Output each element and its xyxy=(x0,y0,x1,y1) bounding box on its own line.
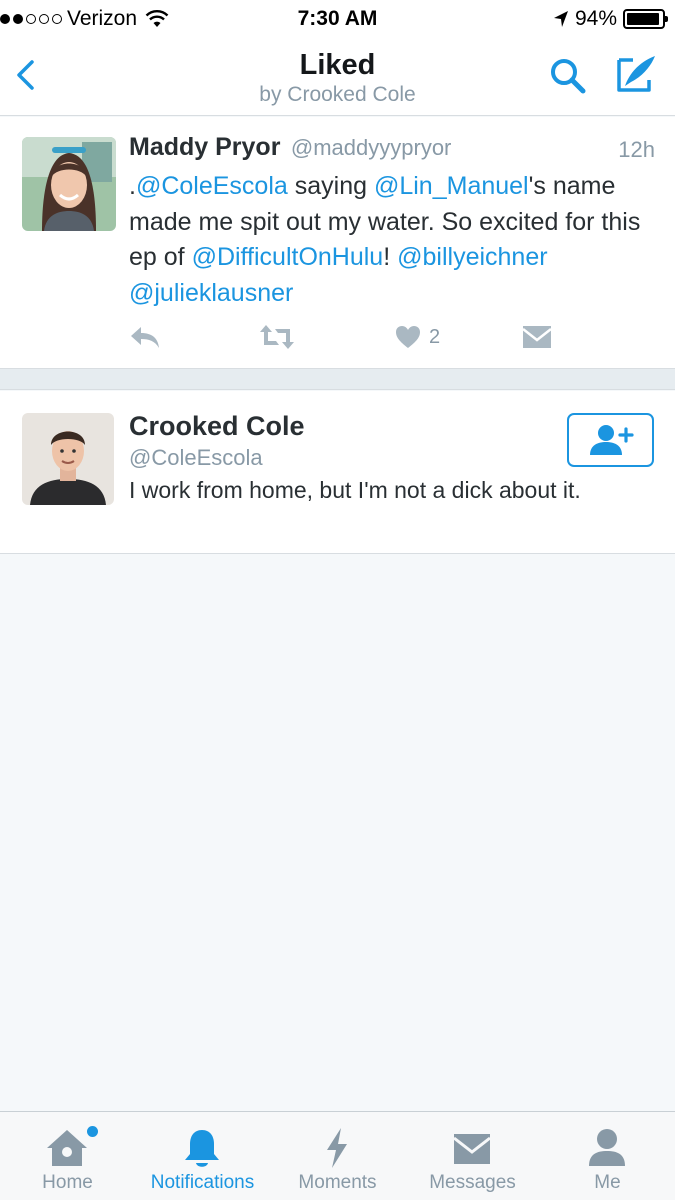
tab-me[interactable]: Me xyxy=(540,1112,675,1200)
tab-label: Messages xyxy=(429,1172,516,1193)
mention-link[interactable]: @ColeEscola xyxy=(136,172,288,200)
user-handle[interactable]: @ColeEscola xyxy=(129,445,263,471)
follow-button[interactable] xyxy=(567,413,654,467)
tab-bar: Home Notifications Moments Messages Me xyxy=(0,1111,675,1200)
user-bio: I work from home, but I'm not a dick abo… xyxy=(129,477,581,503)
user-card[interactable]: Crooked Cole @ColeEscola I work from hom… xyxy=(0,391,675,554)
tab-notifications[interactable]: Notifications xyxy=(135,1112,270,1200)
compose-icon xyxy=(617,56,655,92)
search-button[interactable] xyxy=(548,56,588,96)
section-divider xyxy=(0,369,675,390)
reply-button[interactable] xyxy=(129,319,161,355)
tab-home[interactable]: Home xyxy=(0,1112,135,1200)
heart-icon xyxy=(396,326,420,348)
compose-button[interactable] xyxy=(613,52,659,98)
tweet-text-segment: ! xyxy=(383,243,398,271)
tab-label: Notifications xyxy=(150,1172,255,1193)
tab-moments[interactable]: Moments xyxy=(270,1112,405,1200)
avatar[interactable] xyxy=(22,413,114,505)
like-count: 2 xyxy=(429,325,441,348)
add-user-icon xyxy=(589,425,634,455)
tweet-card[interactable]: Maddy Pryor @maddyyypryor 12h .@ColeEsco… xyxy=(0,117,675,369)
home-notification-dot xyxy=(87,1126,98,1137)
retweet-button[interactable] xyxy=(259,319,295,355)
navigation-bar: Liked by Crooked Cole xyxy=(0,38,675,116)
tweet-author-handle[interactable]: @maddyyypryor xyxy=(291,135,452,160)
avatar[interactable] xyxy=(22,137,116,231)
bell-icon xyxy=(185,1130,219,1167)
battery-percent: 94% xyxy=(574,7,617,30)
mention-link[interactable]: @DifficultOnHulu xyxy=(192,243,384,271)
envelope-icon xyxy=(453,1134,491,1164)
person-icon xyxy=(589,1129,625,1166)
tab-messages[interactable]: Messages xyxy=(405,1112,540,1200)
tweet-actions: 2 xyxy=(129,319,569,355)
tab-label: Me xyxy=(594,1172,621,1193)
location-arrow-icon xyxy=(553,11,568,27)
home-icon xyxy=(47,1130,87,1166)
search-icon xyxy=(551,59,586,94)
lightning-icon xyxy=(327,1128,347,1168)
envelope-icon xyxy=(522,326,552,348)
tweet-text: .@ColeEscola saying @Lin_Manuel's name m… xyxy=(129,169,649,311)
like-button[interactable]: 2 xyxy=(395,319,440,355)
retweet-icon xyxy=(260,325,294,349)
tweet-timestamp: 12h xyxy=(618,137,655,162)
tweet-text-segment: saying xyxy=(287,172,374,200)
status-right: 94% xyxy=(553,7,668,31)
tab-label: Home xyxy=(42,1172,93,1193)
status-bar: Verizon 7:30 AM 94% xyxy=(0,0,675,38)
user-display-name[interactable]: Crooked Cole xyxy=(129,411,305,442)
tweet-header: Maddy Pryor @maddyyypryor 12h xyxy=(129,133,655,167)
mention-link[interactable]: @Lin_Manuel xyxy=(374,172,529,200)
mention-link[interactable]: @julieklausner xyxy=(129,279,293,307)
tab-label: Moments xyxy=(298,1172,377,1193)
share-dm-button[interactable] xyxy=(522,319,552,355)
mention-link[interactable]: @billyeichner xyxy=(397,243,547,271)
battery-icon xyxy=(623,9,668,29)
tweet-text-segment: . xyxy=(129,172,136,200)
reply-icon xyxy=(131,327,159,348)
tweet-author-name[interactable]: Maddy Pryor xyxy=(129,133,280,161)
